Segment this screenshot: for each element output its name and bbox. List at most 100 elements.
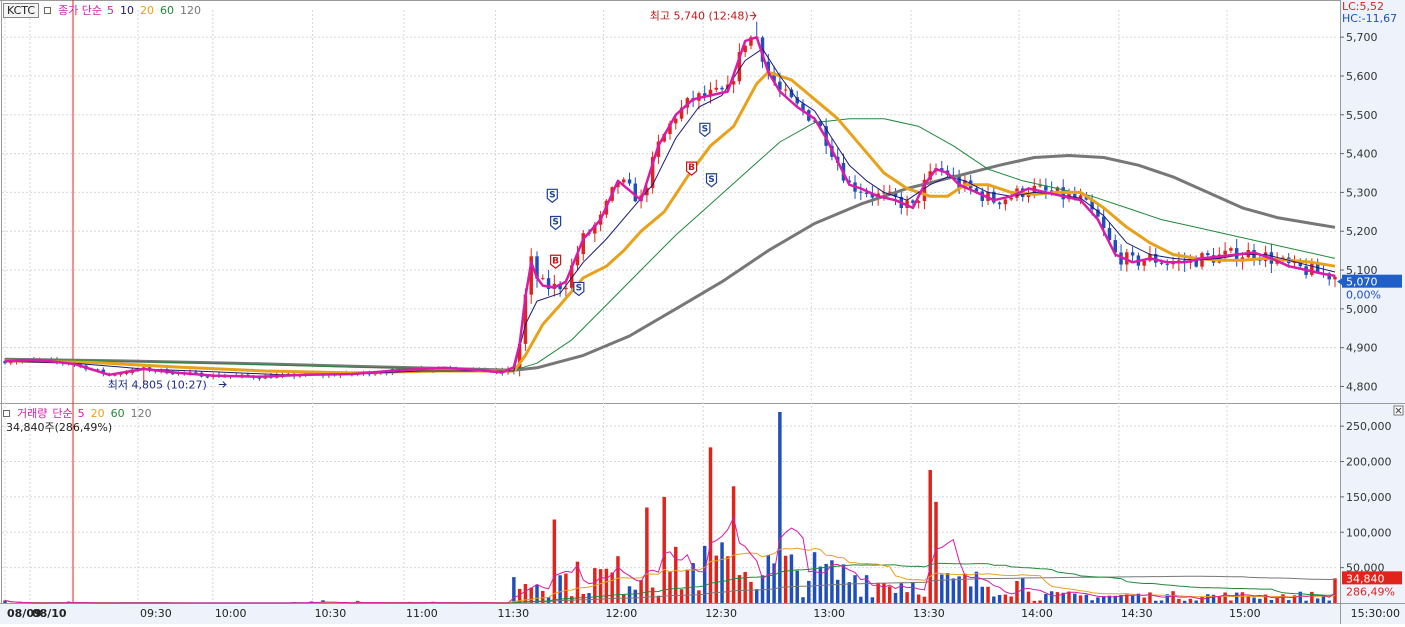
candle-body (634, 184, 637, 202)
volume-bar (1009, 596, 1012, 603)
volume-bar (911, 582, 914, 603)
price-tick-label: 5,000 (1346, 303, 1378, 316)
volume-bar (1333, 578, 1336, 603)
volume-ma-period-20[interactable]: 20 (91, 407, 105, 420)
volume-bar (1131, 596, 1134, 603)
marker-letter: S (552, 217, 558, 227)
volume-bar (743, 572, 746, 603)
volume-ma-period-120[interactable]: 120 (131, 407, 152, 420)
price-tick-label: 5,300 (1346, 186, 1378, 199)
volume-bar (605, 569, 608, 603)
hc-value: HC:-11,67 (1342, 13, 1397, 25)
volume-bar (674, 547, 677, 603)
volume-bar (975, 572, 978, 603)
volume-bar (535, 585, 538, 603)
price-tick-label: 5,200 (1346, 225, 1378, 238)
volume-bar (784, 556, 787, 603)
legend-toggle-icon[interactable] (3, 410, 10, 417)
volume-bar (1200, 596, 1203, 603)
chart-background (0, 0, 1405, 624)
volume-bar (940, 574, 943, 603)
volume-bar (1004, 595, 1007, 603)
volume-tick-label: 100,000 (1346, 526, 1392, 539)
candle-body (206, 377, 209, 378)
volume-ma-period-5[interactable]: 5 (78, 407, 85, 420)
volume-bar (1148, 592, 1151, 603)
volume-ma-period-60[interactable]: 60 (111, 407, 125, 420)
candle-body (1160, 263, 1163, 264)
volume-bar (1085, 595, 1088, 603)
volume-bar (888, 586, 891, 603)
volume-bar (969, 586, 972, 603)
low-annotation: 최저 4,805 (10:27) (108, 379, 207, 392)
volume-bar (813, 552, 816, 603)
price-ma-periods: 5 10 20 60 120 (107, 4, 201, 17)
candle-body (628, 179, 631, 183)
volume-bar (1310, 592, 1313, 603)
price-ma-period-60[interactable]: 60 (160, 4, 174, 17)
marker-letter: B (688, 163, 695, 173)
candle-body (784, 90, 787, 91)
volume-bar (1304, 601, 1307, 603)
candle-body (1310, 264, 1313, 275)
volume-bar (1160, 600, 1163, 603)
chart-canvas[interactable]: 4,8004,9005,0005,1005,2005,3005,4005,500… (0, 0, 1405, 624)
time-tick-label: 10:00 (215, 607, 247, 620)
time-tick-label: 11:30 (497, 607, 529, 620)
volume-tick-label: 250,000 (1346, 420, 1392, 433)
volume-bar (946, 573, 949, 603)
volume-bar (952, 578, 955, 603)
price-legend: KCTC 종가 단순 5102060120 (3, 2, 201, 18)
price-tick-label: 5,500 (1346, 109, 1378, 122)
time-axis-background (0, 604, 1405, 624)
candle-body (715, 88, 718, 90)
volume-bar (570, 596, 573, 603)
volume-bar (778, 412, 781, 603)
current-volume-label: 34,840 (1346, 572, 1385, 585)
price-ma-period-5[interactable]: 5 (107, 4, 114, 17)
volume-bar (772, 563, 775, 603)
volume-bar (801, 597, 804, 603)
candle-body (720, 88, 723, 90)
volume-bar (726, 556, 729, 603)
price-ma-period-20[interactable]: 20 (140, 4, 154, 17)
volume-bar (871, 597, 874, 603)
volume-bar (928, 470, 931, 603)
marker-letter: S (708, 175, 714, 185)
ticker-label[interactable]: KCTC (3, 3, 39, 18)
volume-bar (998, 595, 1001, 603)
volume-bar (1171, 591, 1174, 603)
time-tick-label: 13:00 (813, 607, 845, 620)
volume-bar (651, 588, 654, 603)
volume-bar (1252, 598, 1255, 603)
volume-bar (1027, 592, 1030, 603)
volume-bar (1223, 592, 1226, 603)
volume-bar (732, 486, 735, 603)
volume-bar (1056, 592, 1059, 603)
volume-bar (553, 520, 556, 603)
volume-bar (1287, 600, 1290, 603)
high-annotation: 최고 5,740 (12:48) (650, 10, 749, 23)
stock-chart[interactable]: 4,8004,9005,0005,1005,2005,3005,4005,500… (0, 0, 1405, 624)
volume-bar (639, 580, 642, 603)
volume-bar (1281, 594, 1284, 603)
volume-bar (1021, 578, 1024, 603)
price-ma-period-10[interactable]: 10 (120, 4, 134, 17)
price-ma-period-120[interactable]: 120 (180, 4, 201, 17)
volume-bar (755, 589, 758, 603)
volume-bar (529, 588, 532, 603)
volume-bar (848, 582, 851, 603)
volume-bar (1229, 601, 1232, 603)
volume-bar (836, 580, 839, 603)
time-tick-label: 08/10 (32, 607, 67, 620)
volume-bar (1177, 599, 1180, 603)
time-tick-label: 10:30 (315, 607, 347, 620)
volume-bar (1038, 600, 1041, 603)
legend-toggle-icon[interactable] (44, 7, 51, 14)
price-tick-label: 5,400 (1346, 148, 1378, 161)
volume-bar (963, 574, 966, 603)
volume-bar (905, 592, 908, 603)
time-tick-label: 14:30 (1121, 607, 1153, 620)
current-price-label: 5,070 (1346, 276, 1378, 289)
pane-close-icon[interactable] (1394, 406, 1403, 415)
